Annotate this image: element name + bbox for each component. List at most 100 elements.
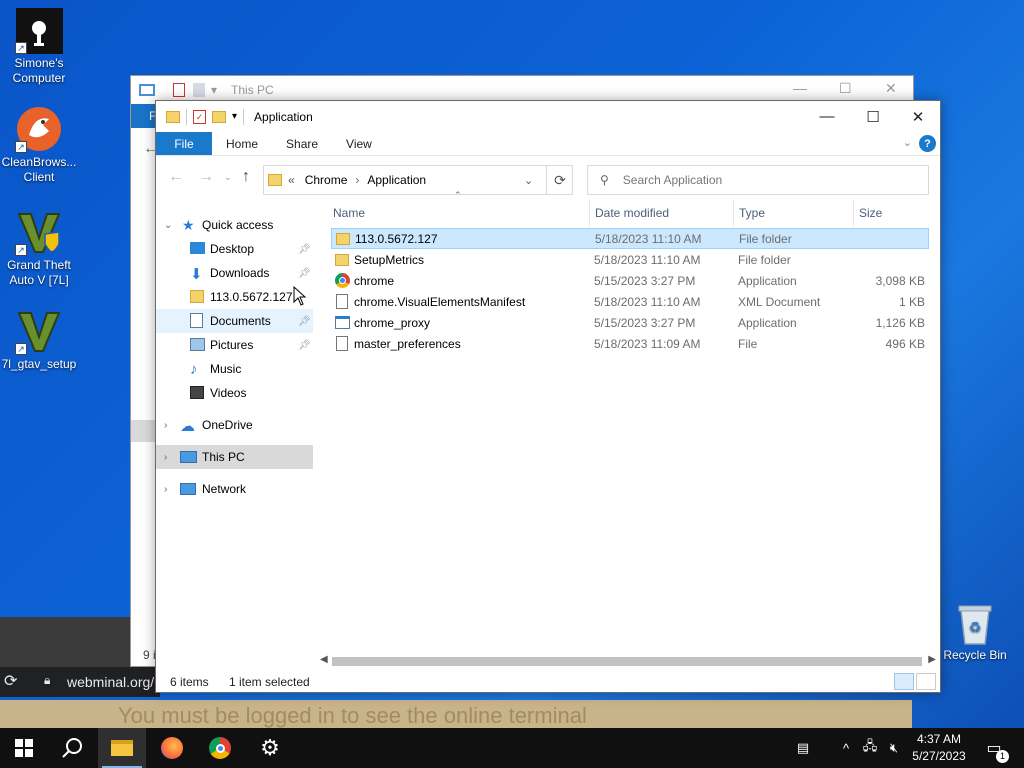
column-header-date[interactable]: Date modified [595, 198, 669, 228]
cleanbrowsing-icon: ↗ [15, 105, 63, 153]
taskbar-chrome[interactable] [196, 728, 244, 768]
back-maximize-button[interactable]: ☐ [839, 80, 852, 97]
nav-label: OneDrive [202, 418, 253, 432]
desktop-icon-gtav[interactable]: ↗ Grand Theft Auto V [7L] [0, 208, 78, 288]
news-widget-icon[interactable]: ▤ [790, 728, 816, 768]
file-row[interactable]: master_preferences 5/18/2023 11:09 AM Fi… [331, 333, 929, 354]
desktop-icon-gtav-setup[interactable]: ↗ 7l_gtav_setup [0, 307, 78, 372]
tab-file[interactable]: File [156, 132, 212, 155]
pin-icon[interactable]: 📌︎ [298, 316, 311, 327]
nav-quick-access[interactable]: ⌄ ★ Quick access [156, 213, 313, 237]
chevron-right-icon[interactable]: › [355, 173, 359, 187]
pin-icon[interactable]: 📌︎ [298, 244, 311, 255]
up-arrow-icon[interactable]: ↑ [242, 168, 250, 186]
nav-item-desktop[interactable]: Desktop 📌︎ [156, 237, 313, 261]
breadcrumb-chrome[interactable]: Chrome [305, 173, 348, 187]
scrollbar-thumb[interactable] [332, 657, 922, 666]
nav-item-downloads[interactable]: ⬇ Downloads 📌︎ [156, 261, 313, 285]
search-box[interactable]: ⚲ Search Application [587, 165, 929, 195]
customize-quick-access-button[interactable]: ▾ [232, 111, 237, 122]
column-header-type[interactable]: Type [739, 198, 765, 228]
back-close-button[interactable]: ✕ [885, 80, 897, 97]
back-minimize-button[interactable]: — [793, 80, 807, 96]
breadcrumb-overflow[interactable]: « [288, 173, 295, 187]
address-bar[interactable]: « Chrome › Application ⌄ [263, 165, 573, 195]
nav-label: 113.0.5672.127 [210, 290, 293, 304]
desktop-icon-cleanbrowsing[interactable]: ↗ CleanBrows... Client [0, 105, 78, 185]
nav-item-music[interactable]: ♪ Music [156, 357, 313, 381]
file-row[interactable]: chrome.VisualElementsManifest 5/18/2023 … [331, 291, 929, 312]
reload-icon[interactable]: ⟳ [4, 671, 17, 691]
details-view-icon[interactable] [894, 673, 914, 690]
file-row[interactable]: chrome 5/15/2023 3:27 PM Application 3,0… [331, 270, 929, 291]
address-dropdown-icon[interactable]: ⌄ [524, 174, 533, 187]
tab-view[interactable]: View [332, 132, 386, 155]
nav-item-folder-113[interactable]: 113.0.5672.127 [156, 285, 313, 309]
window-titlebar[interactable]: ✓ ▾ Application — ☐ ✕ [156, 101, 940, 132]
file-row[interactable]: SetupMetrics 5/18/2023 11:10 AM File fol… [331, 249, 929, 270]
xml-file-icon [336, 294, 348, 309]
nav-label: Desktop [210, 242, 255, 256]
cloud-icon: ☁ [180, 418, 195, 435]
taskbar-file-explorer[interactable] [98, 728, 146, 768]
explorer-window-application[interactable]: ✓ ▾ Application — ☐ ✕ File Home Share Vi… [155, 100, 941, 693]
file-row[interactable]: chrome_proxy 5/15/2023 3:27 PM Applicati… [331, 312, 929, 333]
file-type: File folder [738, 252, 791, 267]
tab-home[interactable]: Home [212, 132, 272, 155]
help-icon[interactable]: ? [919, 135, 936, 152]
chevron-right-icon[interactable]: › [164, 484, 167, 495]
chevron-down-icon[interactable]: ⌄ [164, 220, 172, 231]
minimize-button[interactable]: — [804, 101, 850, 132]
nav-item-pictures[interactable]: Pictures 📌︎ [156, 333, 313, 357]
new-folder-icon[interactable] [212, 110, 226, 123]
recent-locations-icon[interactable]: ⌄ [224, 172, 232, 183]
desktop-icon-computer[interactable]: ↗ Simone's Computer [0, 6, 78, 86]
close-button[interactable]: ✕ [895, 101, 941, 132]
scroll-right-icon[interactable]: ▶ [928, 654, 936, 665]
file-size: 496 KB [885, 336, 925, 351]
chevron-right-icon[interactable]: › [164, 420, 167, 431]
expand-ribbon-icon[interactable]: ⌄ [903, 136, 912, 149]
horizontal-scrollbar[interactable]: ◀ ▶ [318, 653, 938, 670]
breadcrumb-application[interactable]: Application [367, 173, 426, 187]
clock[interactable]: 4:37 AM 5/27/2023 [906, 731, 972, 765]
start-button[interactable] [0, 728, 48, 768]
search-button[interactable] [48, 728, 96, 768]
desktop-icon-recycle-bin[interactable]: ♻ Recycle Bin [940, 602, 1010, 662]
nav-label: Downloads [210, 266, 270, 280]
file-row[interactable]: 113.0.5672.127 5/18/2023 11:10 AM File f… [331, 228, 929, 249]
network-icon[interactable]: 🖧︎ [860, 728, 880, 768]
nav-this-pc[interactable]: › This PC [156, 445, 313, 469]
pin-icon[interactable]: 📌︎ [298, 340, 311, 351]
taskbar-settings[interactable]: ⚙ [246, 728, 294, 768]
pin-icon[interactable]: 📌︎ [298, 268, 311, 279]
nav-network[interactable]: › Network [156, 477, 313, 501]
taskbar-firefox[interactable] [148, 728, 196, 768]
desktop-icon-label: Grand Theft Auto V [7L] [7, 258, 71, 287]
nav-item-documents[interactable]: Documents 📌︎ [156, 309, 313, 333]
column-header-name[interactable]: Name [333, 198, 365, 228]
scroll-left-icon[interactable]: ◀ [320, 654, 328, 665]
refresh-button[interactable]: ⟳ [546, 165, 573, 195]
desktop-icon-label: 7l_gtav_setup [1, 357, 77, 371]
show-hidden-icons-button[interactable]: ^ [838, 728, 854, 768]
nav-item-videos[interactable]: Videos [156, 381, 313, 405]
file-date: 5/18/2023 11:10 AM [594, 252, 701, 267]
volume-muted-icon[interactable]: 🔇︎ [884, 728, 904, 768]
file-type: XML Document [738, 294, 821, 309]
mouse-cursor-icon [293, 286, 307, 306]
nav-onedrive[interactable]: › ☁ OneDrive [156, 413, 313, 437]
back-arrow-icon[interactable]: ← [168, 168, 184, 186]
svg-text:♻: ♻ [969, 620, 982, 636]
nav-label: This PC [202, 450, 245, 464]
notifications-button[interactable]: ▭ 1 [980, 728, 1009, 768]
tab-share[interactable]: Share [272, 132, 332, 155]
url-text[interactable]: webminal.org/ [67, 674, 154, 690]
chevron-right-icon[interactable]: › [164, 452, 167, 463]
column-header-size[interactable]: Size [859, 198, 882, 228]
large-icons-view-icon[interactable] [916, 673, 936, 690]
back-nav-selection [131, 420, 157, 442]
forward-arrow-icon[interactable]: → [198, 168, 214, 186]
properties-icon[interactable]: ✓ [193, 109, 206, 124]
maximize-button[interactable]: ☐ [850, 101, 896, 132]
